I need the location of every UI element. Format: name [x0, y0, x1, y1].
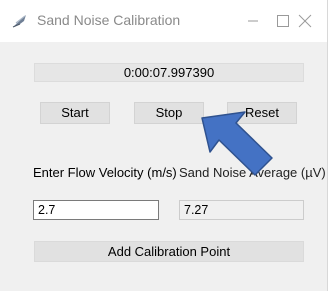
- flow-velocity-label: Enter Flow Velocity (m/s): [33, 165, 177, 180]
- add-calibration-point-button[interactable]: Add Calibration Point: [34, 241, 304, 262]
- window-title: Sand Noise Calibration: [37, 12, 181, 28]
- close-icon: [298, 14, 312, 28]
- stop-button[interactable]: Stop: [134, 102, 204, 124]
- app-window: Sand Noise Calibration 0:00:07.997390 St…: [0, 0, 328, 291]
- close-button[interactable]: [282, 0, 328, 42]
- sand-noise-label: Sand Noise Average (µV): [179, 165, 326, 180]
- feather-icon: [12, 15, 26, 28]
- reset-button[interactable]: Reset: [227, 102, 297, 124]
- elapsed-time-display: 0:00:07.997390: [34, 63, 304, 82]
- flow-velocity-input[interactable]: 2.7: [33, 200, 159, 220]
- sand-noise-field: 7.27: [179, 200, 304, 220]
- title-bar[interactable]: Sand Noise Calibration: [0, 0, 328, 42]
- minimize-icon: [248, 20, 258, 22]
- start-button[interactable]: Start: [40, 102, 110, 124]
